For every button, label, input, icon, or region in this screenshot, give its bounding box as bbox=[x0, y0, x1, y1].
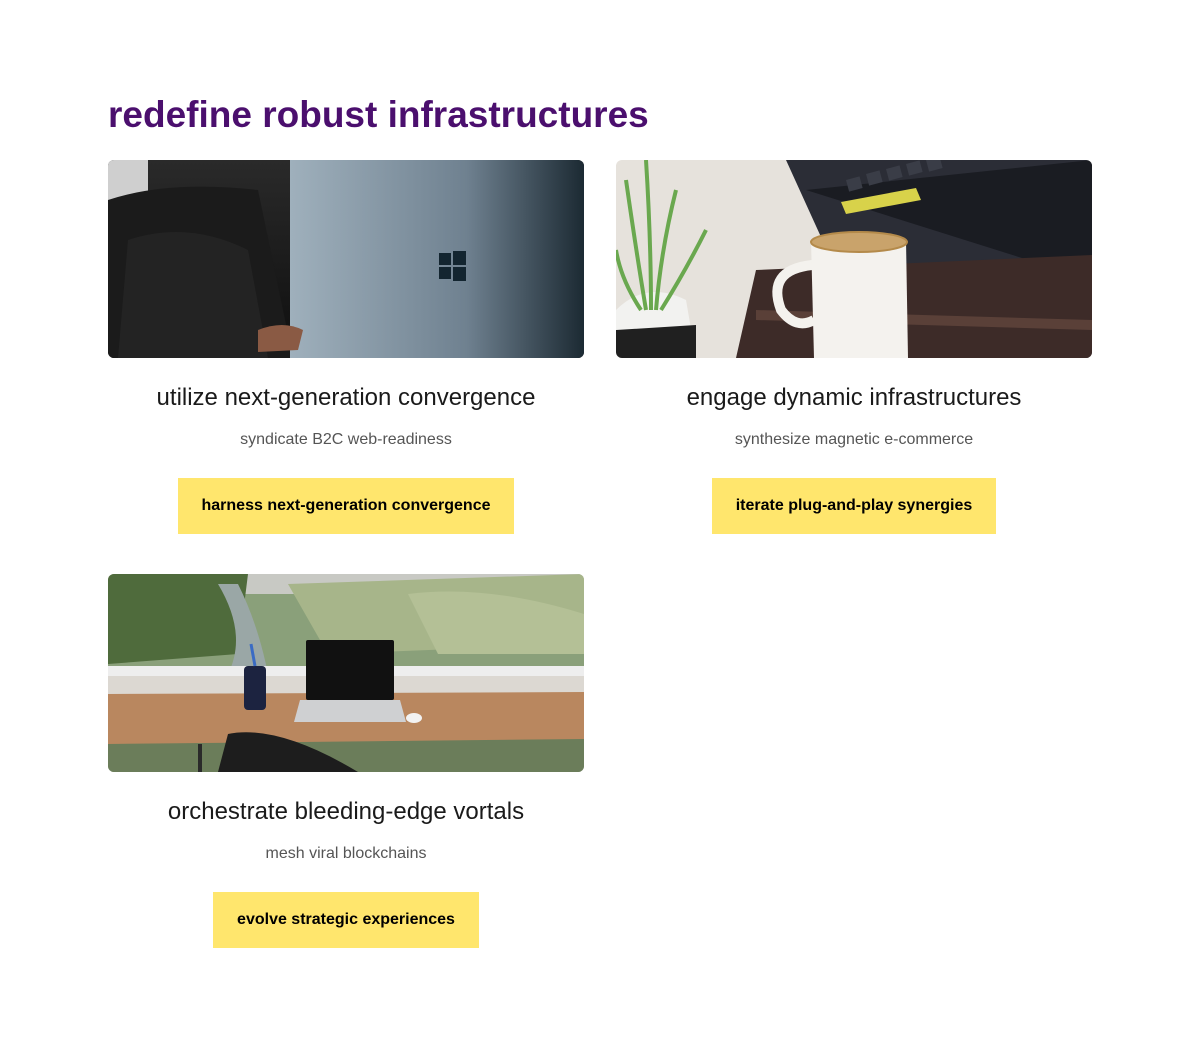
card-cta-button[interactable]: evolve strategic experiences bbox=[213, 892, 479, 948]
card-subtitle: synthesize magnetic e-commerce bbox=[734, 431, 974, 448]
features-section: redefine robust infrastructures utilize … bbox=[108, 92, 1092, 948]
card-title: orchestrate bleeding-edge vortals bbox=[167, 798, 525, 825]
card-cta-button[interactable]: harness next-generation convergence bbox=[177, 478, 515, 534]
card-grid: utilize next-generation convergence synd… bbox=[108, 160, 1092, 948]
card-subtitle: mesh viral blockchains bbox=[265, 845, 427, 862]
card-title: engage dynamic infrastructures bbox=[686, 384, 1022, 411]
feature-card: utilize next-generation convergence synd… bbox=[108, 160, 584, 534]
section-title: redefine robust infrastructures bbox=[108, 94, 649, 135]
coffee-keyboard-photo bbox=[616, 160, 1092, 358]
feature-card: orchestrate bleeding-edge vortals mesh v… bbox=[108, 574, 584, 948]
card-subtitle: syndicate B2C web-readiness bbox=[240, 431, 452, 448]
card-title: utilize next-generation convergence bbox=[156, 384, 536, 411]
desk-view-photo bbox=[108, 574, 584, 772]
card-cta-button[interactable]: iterate plug-and-play synergies bbox=[711, 478, 997, 534]
laptop-photo bbox=[108, 160, 584, 358]
feature-card: engage dynamic infrastructures synthesiz… bbox=[616, 160, 1092, 534]
